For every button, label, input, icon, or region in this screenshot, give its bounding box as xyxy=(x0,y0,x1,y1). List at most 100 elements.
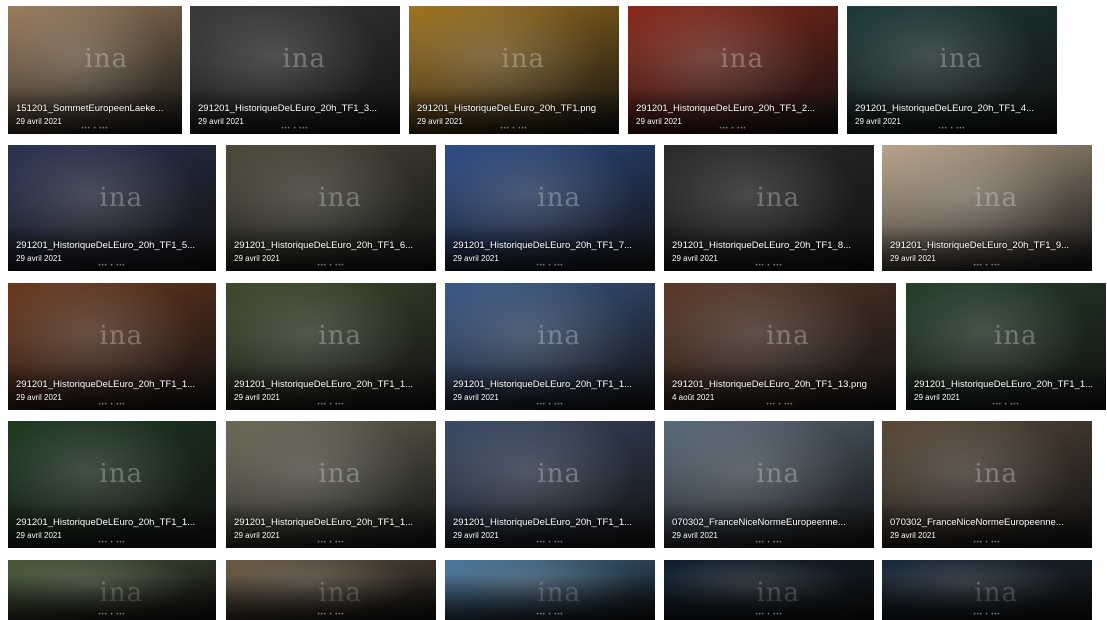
media-tile[interactable]: ina••• • ••• xyxy=(664,560,874,620)
media-tile[interactable]: ina 291201_HistoriqueDeLEuro_20h_TF1_1...… xyxy=(8,283,216,410)
ina-watermark: ina xyxy=(720,44,764,75)
file-date: 29 avril 2021 xyxy=(672,254,718,263)
file-name: 291201_HistoriqueDeLEuro_20h_TF1.png xyxy=(417,103,597,114)
video-controls-icon: ••• • ••• xyxy=(536,402,564,408)
ina-watermark: ina xyxy=(99,459,144,490)
video-controls-icon: ••• • ••• xyxy=(536,612,564,618)
video-controls-icon: ••• • ••• xyxy=(98,612,126,618)
ina-watermark: ina xyxy=(994,321,1038,352)
file-date: 29 avril 2021 xyxy=(234,393,280,402)
file-date: 29 avril 2021 xyxy=(453,393,499,402)
file-date: 29 avril 2021 xyxy=(890,254,936,263)
file-name: 151201_SommetEuropeenLaeke... xyxy=(16,103,164,114)
file-name: 070302_FranceNiceNormeEuropeenne... xyxy=(890,517,1064,528)
file-date: 29 avril 2021 xyxy=(16,117,62,126)
video-controls-icon: ••• • ••• xyxy=(317,402,345,408)
media-tile[interactable]: ina 291201_HistoriqueDeLEuro_20h_TF1_3...… xyxy=(190,6,400,134)
video-controls-icon: ••• • ••• xyxy=(500,126,528,132)
video-controls-icon: ••• • ••• xyxy=(317,263,345,269)
video-controls-icon: ••• • ••• xyxy=(755,263,783,269)
ina-watermark: ina xyxy=(756,182,800,213)
media-tile[interactable]: ina 070302_FranceNiceNormeEuropeenne... 29… xyxy=(882,421,1092,548)
media-tile[interactable]: ina 291201_HistoriqueDeLEuro_20h_TF1_4...… xyxy=(847,6,1057,134)
file-date: 29 avril 2021 xyxy=(16,393,62,402)
media-tile[interactable]: ina 291201_HistoriqueDeLEuro_20h_TF1_1...… xyxy=(445,421,655,548)
media-tile[interactable]: ina 291201_HistoriqueDeLEuro_20h_TF1_7...… xyxy=(445,145,655,271)
file-name: 291201_HistoriqueDeLEuro_20h_TF1_1... xyxy=(914,379,1094,390)
video-controls-icon: ••• • ••• xyxy=(719,126,747,132)
file-name: 291201_HistoriqueDeLEuro_20h_TF1_1... xyxy=(453,517,633,528)
file-date: 29 avril 2021 xyxy=(453,254,499,263)
video-controls-icon: ••• • ••• xyxy=(98,263,126,269)
file-date: 29 avril 2021 xyxy=(16,254,62,263)
video-controls-icon: ••• • ••• xyxy=(536,263,564,269)
file-date: 29 avril 2021 xyxy=(198,117,244,126)
media-tile[interactable]: ina 151201_SommetEuropeenLaeke... 29 avril… xyxy=(8,6,182,134)
ina-watermark: ina xyxy=(99,182,144,213)
ina-watermark: ina xyxy=(282,44,326,75)
file-date: 29 avril 2021 xyxy=(417,117,463,126)
ina-watermark: ina xyxy=(766,321,810,352)
media-tile[interactable]: ina 291201_HistoriqueDeLEuro_20h_TF1_9...… xyxy=(882,145,1092,271)
ina-watermark: ina xyxy=(974,182,1018,213)
video-controls-icon: ••• • ••• xyxy=(317,612,345,618)
file-name: 291201_HistoriqueDeLEuro_20h_TF1_13.png xyxy=(672,379,867,390)
video-controls-icon: ••• • ••• xyxy=(973,540,1001,546)
video-controls-icon: ••• • ••• xyxy=(992,402,1020,408)
file-name: 291201_HistoriqueDeLEuro_20h_TF1_4... xyxy=(855,103,1035,114)
media-tile[interactable]: ina••• • ••• xyxy=(445,560,655,620)
video-controls-icon: ••• • ••• xyxy=(755,612,783,618)
video-controls-icon: ••• • ••• xyxy=(536,540,564,546)
video-controls-icon: ••• • ••• xyxy=(81,126,109,132)
media-tile[interactable]: ina••• • ••• xyxy=(226,560,436,620)
file-date: 29 avril 2021 xyxy=(855,117,901,126)
media-tile[interactable]: ina••• • ••• xyxy=(882,560,1092,620)
media-tile[interactable]: ina 291201_HistoriqueDeLEuro_20h_TF1_5...… xyxy=(8,145,216,271)
file-name: 291201_HistoriqueDeLEuro_20h_TF1_3... xyxy=(198,103,378,114)
file-name: 291201_HistoriqueDeLEuro_20h_TF1_8... xyxy=(672,240,852,251)
media-tile[interactable]: ina 291201_HistoriqueDeLEuro_20h_TF1_1...… xyxy=(8,421,216,548)
file-date: 4 août 2021 xyxy=(672,393,715,402)
ina-watermark: ina xyxy=(756,459,800,490)
ina-watermark: ina xyxy=(318,459,362,490)
file-name: 291201_HistoriqueDeLEuro_20h_TF1_1... xyxy=(234,517,414,528)
video-controls-icon: ••• • ••• xyxy=(766,402,794,408)
media-tile[interactable]: ina 291201_HistoriqueDeLEuro_20h_TF1.png 2… xyxy=(409,6,619,134)
file-date: 29 avril 2021 xyxy=(16,531,62,540)
file-name: 291201_HistoriqueDeLEuro_20h_TF1_1... xyxy=(16,517,196,528)
media-tile[interactable]: ina 291201_HistoriqueDeLEuro_20h_TF1_8...… xyxy=(664,145,874,271)
file-name: 291201_HistoriqueDeLEuro_20h_TF1_1... xyxy=(16,379,196,390)
file-date: 29 avril 2021 xyxy=(890,531,936,540)
file-date: 29 avril 2021 xyxy=(636,117,682,126)
media-tile[interactable]: ina 291201_HistoriqueDeLEuro_20h_TF1_6...… xyxy=(226,145,436,271)
media-tile[interactable]: ina 291201_HistoriqueDeLEuro_20h_TF1_1...… xyxy=(906,283,1106,410)
media-tile[interactable]: ina 291201_HistoriqueDeLEuro_20h_TF1_2...… xyxy=(628,6,838,134)
media-tile[interactable]: ina••• • ••• xyxy=(8,560,216,620)
media-tile[interactable]: ina 291201_HistoriqueDeLEuro_20h_TF1_1...… xyxy=(226,283,436,410)
ina-watermark: ina xyxy=(537,459,581,490)
file-name: 291201_HistoriqueDeLEuro_20h_TF1_9... xyxy=(890,240,1070,251)
video-controls-icon: ••• • ••• xyxy=(317,540,345,546)
ina-watermark: ina xyxy=(84,44,129,75)
file-name: 291201_HistoriqueDeLEuro_20h_TF1_1... xyxy=(453,379,633,390)
file-name: 291201_HistoriqueDeLEuro_20h_TF1_1... xyxy=(234,379,414,390)
file-date: 29 avril 2021 xyxy=(234,531,280,540)
video-controls-icon: ••• • ••• xyxy=(281,126,309,132)
video-controls-icon: ••• • ••• xyxy=(98,540,126,546)
file-name: 291201_HistoriqueDeLEuro_20h_TF1_5... xyxy=(16,240,196,251)
ina-watermark: ina xyxy=(537,182,581,213)
media-tile[interactable]: ina 070302_FranceNiceNormeEuropeenne... 29… xyxy=(664,421,874,548)
ina-watermark: ina xyxy=(318,321,362,352)
file-name: 291201_HistoriqueDeLEuro_20h_TF1_7... xyxy=(453,240,633,251)
media-tile[interactable]: ina 291201_HistoriqueDeLEuro_20h_TF1_13.p… xyxy=(664,283,896,410)
video-controls-icon: ••• • ••• xyxy=(755,540,783,546)
media-tile[interactable]: ina 291201_HistoriqueDeLEuro_20h_TF1_1...… xyxy=(445,283,655,410)
video-controls-icon: ••• • ••• xyxy=(973,612,1001,618)
ina-watermark: ina xyxy=(501,44,545,75)
media-tile[interactable]: ina 291201_HistoriqueDeLEuro_20h_TF1_1...… xyxy=(226,421,436,548)
ina-watermark: ina xyxy=(939,44,983,75)
file-name: 291201_HistoriqueDeLEuro_20h_TF1_2... xyxy=(636,103,816,114)
file-name: 070302_FranceNiceNormeEuropeenne... xyxy=(672,517,846,528)
video-controls-icon: ••• • ••• xyxy=(973,263,1001,269)
file-date: 29 avril 2021 xyxy=(234,254,280,263)
